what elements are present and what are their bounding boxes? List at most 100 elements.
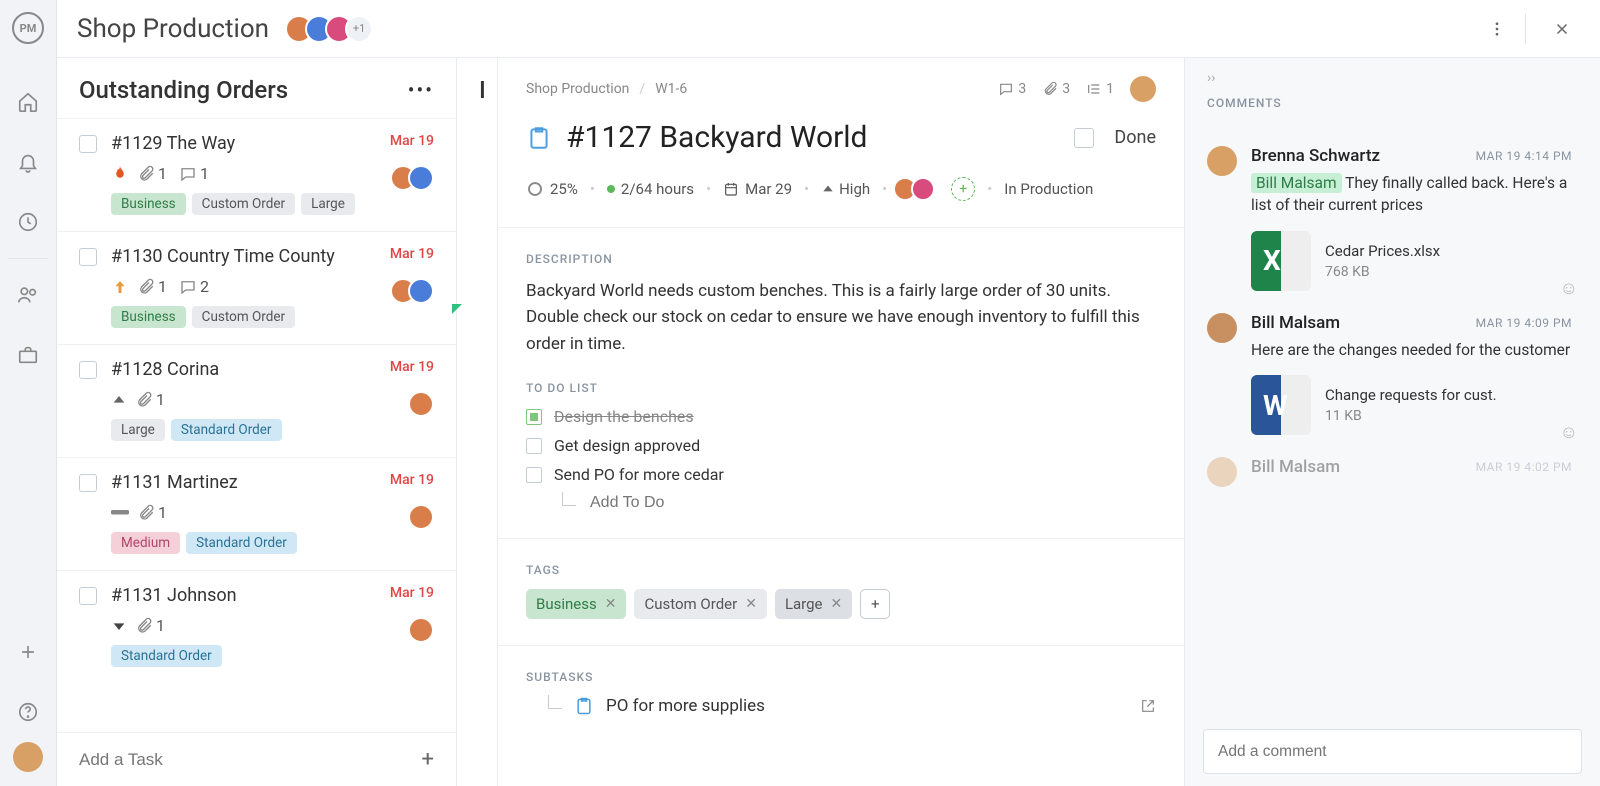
clock-icon[interactable]: [16, 210, 40, 234]
attachment-count[interactable]: 3: [1042, 81, 1070, 97]
comment-count[interactable]: 3: [998, 81, 1026, 97]
current-user-avatar[interactable]: [13, 742, 43, 772]
app-logo[interactable]: PM: [12, 12, 44, 44]
add-todo-input[interactable]: [590, 494, 797, 512]
comment-time: MAR 19 4:09 PM: [1476, 316, 1572, 330]
add-comment-box[interactable]: [1203, 729, 1582, 774]
todo-item[interactable]: Design the benches: [526, 407, 1156, 426]
todo-checkbox[interactable]: [526, 438, 542, 454]
task-card[interactable]: #1128 Corina Mar 19 1 LargeStandard Orde…: [57, 344, 456, 457]
remove-tag-icon[interactable]: ✕: [605, 596, 617, 612]
done-checkbox[interactable]: [1074, 128, 1094, 148]
description-text[interactable]: Backyard World needs custom benches. Thi…: [526, 278, 1156, 357]
next-column-sliver: I: [457, 58, 497, 786]
task-checkbox[interactable]: [79, 587, 97, 605]
attachment-icon: [135, 391, 153, 409]
task-checkbox[interactable]: [79, 248, 97, 266]
column-menu-icon[interactable]: •••: [408, 78, 434, 102]
file-name: Cedar Prices.xlsx: [1325, 242, 1440, 260]
todo-item[interactable]: Send PO for more cedar: [526, 465, 1156, 484]
people-icon[interactable]: [16, 283, 40, 307]
task-title[interactable]: #1127 Backyard World: [566, 120, 1060, 155]
task-card[interactable]: #1131 Martinez Mar 19 1 MediumStandard O…: [57, 457, 456, 570]
comment-avatar[interactable]: [1207, 313, 1237, 343]
effort-hours[interactable]: 2/64 hours: [607, 180, 694, 198]
progress-percent[interactable]: 25%: [526, 180, 578, 198]
task-card-title: #1131 Johnson: [111, 585, 382, 606]
help-icon[interactable]: [16, 700, 40, 724]
task-checkbox[interactable]: [79, 474, 97, 492]
add-icon[interactable]: [16, 640, 40, 664]
react-icon[interactable]: ☺: [1560, 278, 1578, 299]
assignee-avatars[interactable]: [398, 165, 434, 191]
task-owner-avatar[interactable]: [1130, 76, 1156, 102]
close-icon[interactable]: [1544, 11, 1580, 47]
briefcase-icon[interactable]: [16, 343, 40, 367]
todo-checkbox[interactable]: [526, 409, 542, 425]
add-tag-button[interactable]: +: [860, 589, 890, 619]
task-icon: [526, 125, 552, 151]
comment-time: MAR 19 4:14 PM: [1476, 149, 1572, 163]
tag-chip[interactable]: Business✕: [526, 589, 626, 619]
tag: Custom Order: [192, 193, 295, 215]
subtask-row[interactable]: PO for more supplies: [548, 696, 1156, 716]
description-label: DESCRIPTION: [526, 252, 1156, 266]
todo-label: TO DO LIST: [526, 381, 1156, 395]
kebab-menu-icon[interactable]: [1479, 11, 1515, 47]
tag: Custom Order: [192, 306, 295, 328]
collapse-comments-icon[interactable]: ››: [1207, 70, 1572, 86]
react-icon[interactable]: ☺: [1560, 422, 1578, 443]
comment-avatar[interactable]: [1207, 457, 1237, 487]
breadcrumb-column[interactable]: W1-6: [655, 81, 687, 97]
more-members-badge[interactable]: +1: [345, 15, 373, 43]
home-icon[interactable]: [16, 90, 40, 114]
assignee-avatars[interactable]: [416, 504, 434, 530]
tag: Medium: [111, 532, 180, 554]
add-task-plus-icon[interactable]: +: [422, 747, 434, 772]
comment-item: Bill MalsamMAR 19 4:09 PM Here are the c…: [1207, 313, 1572, 435]
task-card[interactable]: #1129 The Way Mar 19 1 1 BusinessCustom …: [57, 118, 456, 231]
task-status[interactable]: In Production: [1004, 180, 1093, 198]
priority-icon: [111, 392, 127, 408]
remove-tag-icon[interactable]: ✕: [745, 596, 757, 612]
todo-item[interactable]: Get design approved: [526, 436, 1156, 455]
file-size: 768 KB: [1325, 264, 1440, 280]
task-card[interactable]: #1130 Country Time County Mar 19 1 2 Bus…: [57, 231, 456, 344]
project-member-avatars[interactable]: +1: [293, 15, 373, 43]
assignee-avatars[interactable]: [398, 278, 434, 304]
tag-chip[interactable]: Custom Order✕: [634, 589, 766, 619]
priority[interactable]: High: [821, 180, 870, 198]
breadcrumb: Shop Production / W1-6 3 3 1: [526, 76, 1156, 102]
open-subtask-icon[interactable]: [1140, 698, 1156, 714]
file-attachment[interactable]: W Change requests for cust.11 KB: [1251, 375, 1572, 435]
subtask-count[interactable]: 1: [1086, 81, 1114, 97]
add-task-row[interactable]: +: [57, 732, 456, 786]
task-card[interactable]: #1131 Johnson Mar 19 1 Standard Order: [57, 570, 456, 683]
assignee-avatars[interactable]: [416, 391, 434, 417]
assignee-avatars[interactable]: [899, 177, 935, 201]
task-checkbox[interactable]: [79, 361, 97, 379]
attachment-icon: [137, 504, 155, 522]
add-comment-input[interactable]: [1218, 743, 1567, 761]
tag: Standard Order: [171, 419, 282, 441]
task-icon: [574, 696, 594, 716]
tags-label: TAGS: [526, 563, 1156, 577]
bell-icon[interactable]: [16, 150, 40, 174]
breadcrumb-project[interactable]: Shop Production: [526, 81, 629, 97]
task-checkbox[interactable]: [79, 135, 97, 153]
add-assignee-button[interactable]: +: [951, 177, 975, 201]
nav-rail: PM: [0, 0, 57, 786]
tag-chip[interactable]: Large✕: [775, 589, 852, 619]
todo-text: Get design approved: [554, 436, 700, 455]
add-todo-row[interactable]: [562, 494, 1156, 512]
assignee-avatars[interactable]: [416, 617, 434, 643]
file-attachment[interactable]: X Cedar Prices.xlsx 768 KB: [1251, 231, 1572, 291]
file-type-icon: X: [1251, 231, 1311, 291]
comment-avatar[interactable]: [1207, 146, 1237, 176]
todo-checkbox[interactable]: [526, 467, 542, 483]
task-due-date: Mar 19: [390, 246, 434, 262]
due-date[interactable]: Mar 29: [723, 180, 792, 198]
add-task-input[interactable]: [79, 750, 422, 770]
mention[interactable]: Bill Malsam: [1251, 173, 1342, 193]
remove-tag-icon[interactable]: ✕: [831, 596, 843, 612]
